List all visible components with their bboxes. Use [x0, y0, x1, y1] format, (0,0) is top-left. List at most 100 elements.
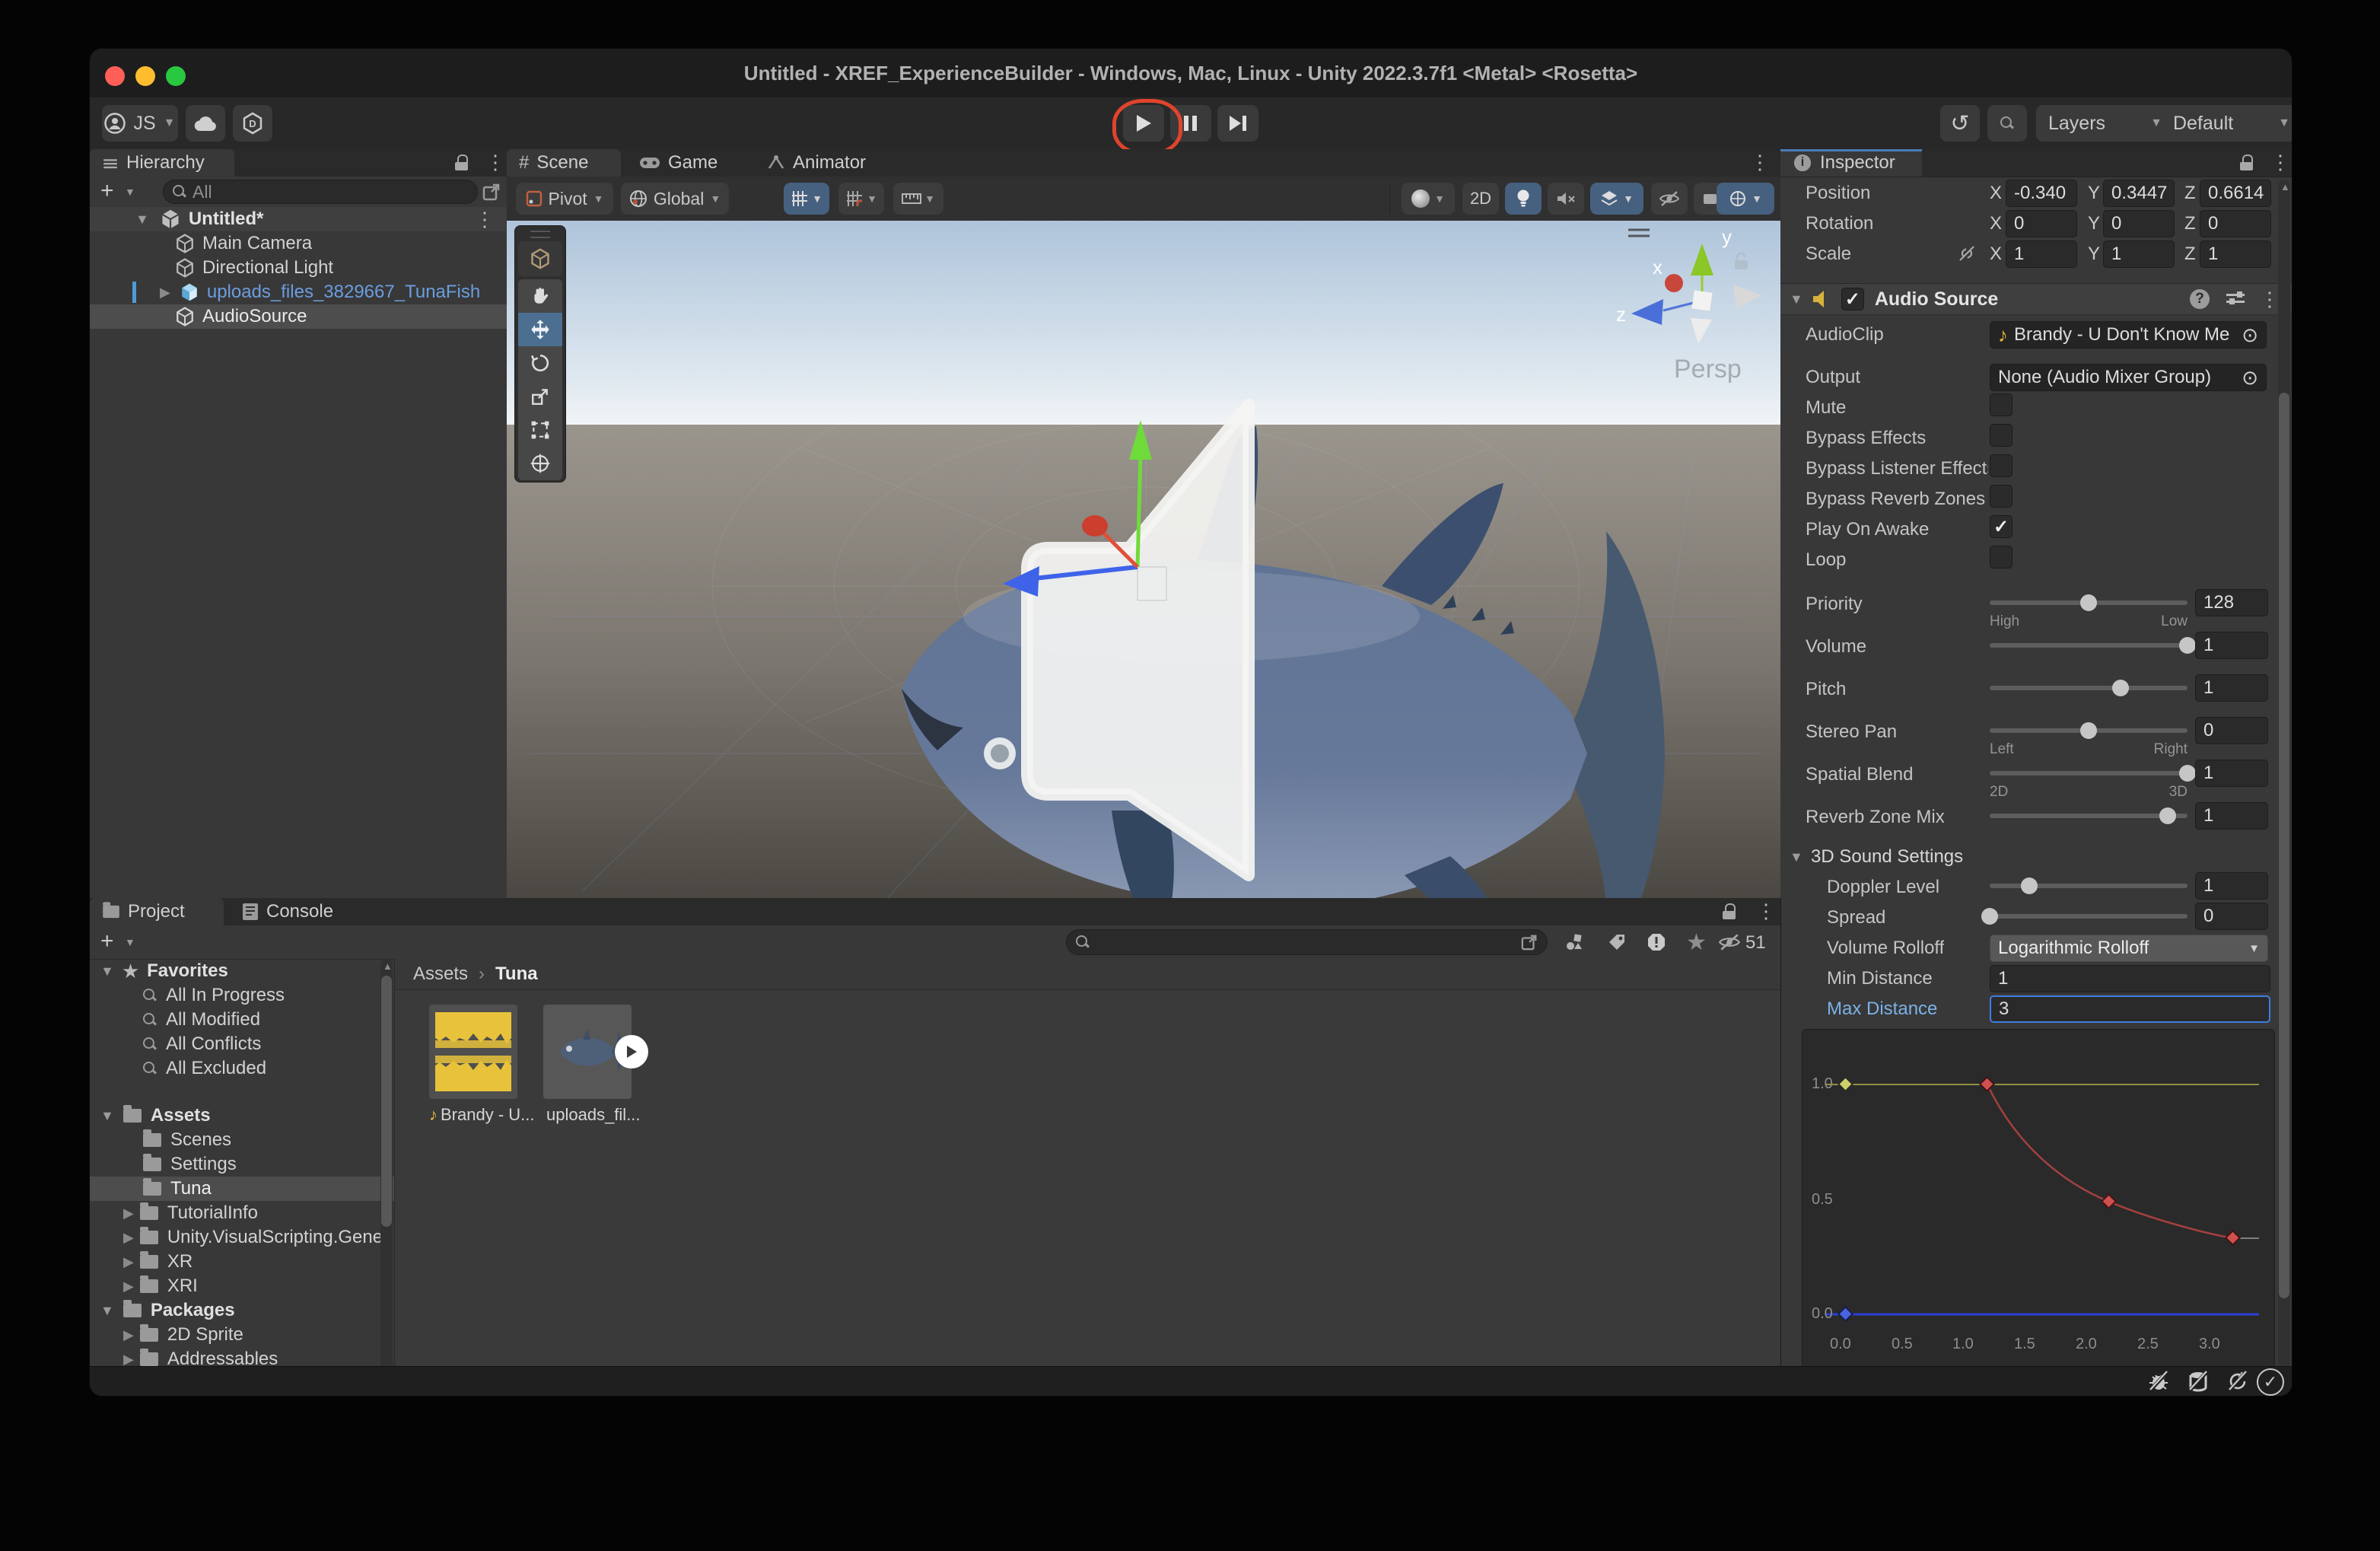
tree-settings[interactable]: Settings — [90, 1152, 394, 1177]
foldout-expanded-icon[interactable]: ▼ — [100, 1303, 114, 1319]
foldout-collapsed-icon[interactable]: ▶ — [160, 285, 170, 301]
search-popout-icon[interactable] — [1521, 934, 1538, 951]
cache-server-disabled-icon[interactable] — [2187, 1371, 2210, 1392]
slider-knob[interactable] — [2021, 877, 2038, 894]
rotate-tool-button[interactable] — [518, 346, 562, 380]
slider-knob[interactable] — [2179, 637, 2196, 654]
rotation-y-field[interactable]: 0 — [2103, 210, 2175, 237]
foldout-collapsed-icon[interactable]: ▶ — [123, 1327, 134, 1343]
view-tool-button[interactable] — [518, 241, 562, 276]
tab-inspector[interactable]: i Inspector — [1780, 149, 1922, 177]
search-by-type-icon[interactable] — [1564, 932, 1584, 952]
tab-hierarchy[interactable]: Hierarchy — [90, 149, 234, 177]
tree-xri[interactable]: ▶XRI — [90, 1274, 394, 1298]
priority-slider[interactable] — [1990, 600, 2188, 605]
bypass-reverb-checkbox[interactable] — [1990, 485, 2013, 508]
scene-viewport[interactable]: y x z Persp — [507, 221, 1780, 898]
foldout-collapsed-icon[interactable]: ▶ — [123, 1254, 134, 1270]
search-everything-button[interactable] — [1987, 105, 2027, 142]
add-asset-button[interactable]: + — [100, 928, 114, 954]
overlay-drag-handle[interactable] — [515, 229, 565, 240]
slider-knob[interactable] — [2159, 807, 2176, 824]
foldout-collapsed-icon[interactable]: ▶ — [123, 1230, 134, 1246]
kebab-menu-icon[interactable]: ⋮ — [2270, 151, 2290, 174]
slider-knob[interactable] — [2080, 722, 2097, 739]
rect-tool-button[interactable] — [518, 413, 562, 447]
favorites-star-icon[interactable]: ★ — [1686, 929, 1707, 956]
scale-x-field[interactable]: 1 — [2006, 240, 2077, 268]
reverb-zone-mix-slider[interactable] — [1990, 814, 2188, 818]
draw-mode-dropdown[interactable]: ▼ — [1402, 183, 1455, 215]
volume-rolloff-dropdown[interactable]: Logarithmic Rolloff ▼ — [1990, 935, 2268, 962]
asset-item-audio[interactable]: ♪ Brandy - U... — [429, 1005, 517, 1125]
component-enabled-checkbox[interactable]: ✓ — [1841, 288, 1864, 311]
foldout-expanded-icon[interactable]: ▼ — [135, 212, 149, 228]
project-search-input[interactable] — [1066, 929, 1548, 955]
foldout-expanded-icon[interactable]: ▼ — [100, 963, 114, 979]
tree-xr[interactable]: ▶XR — [90, 1250, 394, 1274]
grid-snapping-toggle[interactable]: ▼ — [784, 183, 829, 215]
stereo-pan-field[interactable]: 0 — [2195, 717, 2268, 744]
mute-checkbox[interactable] — [1990, 393, 2013, 416]
tab-console[interactable]: Console — [230, 898, 374, 925]
breadcrumb-root[interactable]: Assets — [413, 963, 468, 985]
devops-button[interactable]: D — [233, 105, 272, 142]
hierarchy-item-tunafish-prefab[interactable]: ▶ uploads_files_3829667_TunaFish — [90, 280, 507, 304]
foldout-expanded-icon[interactable]: ▼ — [1790, 849, 1803, 865]
2d-mode-toggle[interactable]: 2D — [1462, 183, 1499, 215]
tree-all-excluded[interactable]: All Excluded — [90, 1056, 394, 1081]
hierarchy-item-audiosource-selected[interactable]: AudioSource — [90, 304, 507, 329]
output-object-field[interactable]: None (Audio Mixer Group) ⊙ — [1990, 364, 2267, 391]
tree-favorites[interactable]: ▼ ★ Favorites — [90, 959, 394, 983]
foldout-collapsed-icon[interactable]: ▶ — [123, 1205, 134, 1221]
pivot-mode-dropdown[interactable]: Pivot ▼ — [516, 183, 613, 215]
object-picker-icon[interactable]: ⊙ — [2242, 323, 2258, 347]
position-z-field[interactable]: 0.6614 — [2200, 180, 2271, 207]
gizmos-dropdown[interactable]: ▼ — [1717, 183, 1774, 215]
preview-play-button[interactable] — [615, 1035, 648, 1069]
cloud-services-button[interactable] — [186, 105, 225, 142]
play-button[interactable] — [1123, 105, 1164, 142]
popout-icon[interactable] — [482, 183, 501, 201]
kebab-menu-icon[interactable]: ⋮ — [2260, 288, 2280, 311]
audioclip-object-field[interactable]: ♪ Brandy - U Don't Know Me ⊙ — [1990, 321, 2267, 349]
hierarchy-search-input[interactable]: All — [163, 180, 478, 204]
spatial-blend-slider[interactable] — [1990, 771, 2188, 776]
tree-scrollbar[interactable]: ▲ ▼ — [380, 959, 393, 1396]
pause-button[interactable] — [1170, 105, 1211, 142]
scroll-up-icon[interactable]: ▲ — [383, 960, 393, 972]
chevron-down-icon[interactable]: ▼ — [812, 193, 822, 205]
scale-y-field[interactable]: 1 — [2103, 240, 2175, 268]
tab-animator[interactable]: Animator — [755, 149, 899, 177]
add-dropdown-icon[interactable]: ▼ — [125, 936, 135, 948]
audio-source-component-header[interactable]: ▼ ✓ Audio Source ? ⋮ — [1780, 283, 2292, 315]
hidden-count-eye-icon[interactable] — [1718, 933, 1741, 951]
scale-tool-button[interactable] — [518, 380, 562, 413]
foldout-collapsed-icon[interactable]: ▶ — [123, 1279, 134, 1295]
handle-orientation-dropdown[interactable]: Global ▼ — [621, 183, 729, 215]
tab-scene[interactable]: # Scene — [507, 149, 621, 177]
spatial-blend-field[interactable]: 1 — [2195, 760, 2268, 787]
slider-knob[interactable] — [2080, 594, 2097, 611]
tree-assets[interactable]: ▼ Assets — [90, 1104, 394, 1128]
tree-all-in-progress[interactable]: All In Progress — [90, 983, 394, 1008]
scale-z-field[interactable]: 1 — [2200, 240, 2271, 268]
add-dropdown-icon[interactable]: ▼ — [125, 186, 135, 198]
add-object-button[interactable]: + — [100, 178, 114, 204]
warning-filter-icon[interactable] — [1647, 932, 1666, 952]
slider-knob[interactable] — [2179, 765, 2196, 782]
doppler-field[interactable]: 1 — [2195, 872, 2268, 900]
object-picker-icon[interactable]: ⊙ — [2242, 366, 2258, 390]
broken-link-icon[interactable] — [1957, 244, 1977, 263]
stereo-pan-slider[interactable] — [1990, 728, 2188, 733]
chevron-down-icon[interactable]: ▼ — [867, 193, 877, 205]
min-distance-field[interactable]: 1 — [1990, 965, 2270, 992]
spread-field[interactable]: 0 — [2195, 903, 2268, 930]
scroll-up-icon[interactable]: ▲ — [2280, 181, 2290, 193]
rolloff-graph[interactable]: 1.0 0.5 0.0 0.0 0.5 1.0 1.5 2.0 2.5 3.0 — [1802, 1029, 2275, 1371]
position-x-field[interactable]: -0.340 — [2006, 180, 2077, 207]
loop-checkbox[interactable] — [1990, 546, 2013, 568]
tab-game[interactable]: Game — [627, 149, 749, 177]
scene-audio-toggle[interactable] — [1548, 183, 1584, 215]
scrollbar-thumb[interactable] — [2279, 393, 2289, 1298]
